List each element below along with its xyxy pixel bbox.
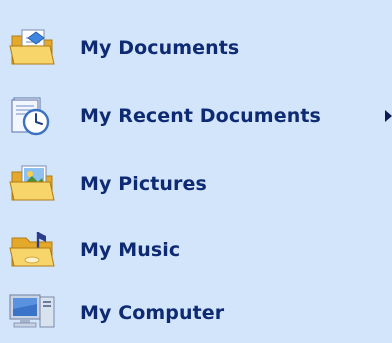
menu-item-label: My Music	[80, 239, 181, 261]
menu-item-label: My Documents	[80, 37, 240, 59]
recent-documents-clock-icon	[6, 94, 68, 138]
menu-item-my-computer[interactable]: My Computer	[0, 283, 392, 343]
submenu-arrow-icon	[385, 110, 392, 122]
menu-item-my-pictures[interactable]: My Pictures	[0, 154, 392, 214]
menu-item-label: My Recent Documents	[80, 105, 321, 127]
start-menu-places-panel: My Documents My Recent Documents My Pict…	[0, 0, 392, 341]
my-pictures-folder-icon	[6, 162, 68, 206]
menu-item-my-recent-documents[interactable]: My Recent Documents	[0, 86, 392, 146]
my-computer-icon	[6, 291, 68, 335]
menu-item-my-documents[interactable]: My Documents	[0, 18, 392, 78]
menu-item-my-music[interactable]: My Music	[0, 220, 392, 280]
my-music-folder-icon	[6, 228, 68, 272]
menu-item-label: My Computer	[80, 302, 225, 324]
menu-item-label: My Pictures	[80, 173, 207, 195]
my-documents-folder-icon	[6, 26, 68, 70]
